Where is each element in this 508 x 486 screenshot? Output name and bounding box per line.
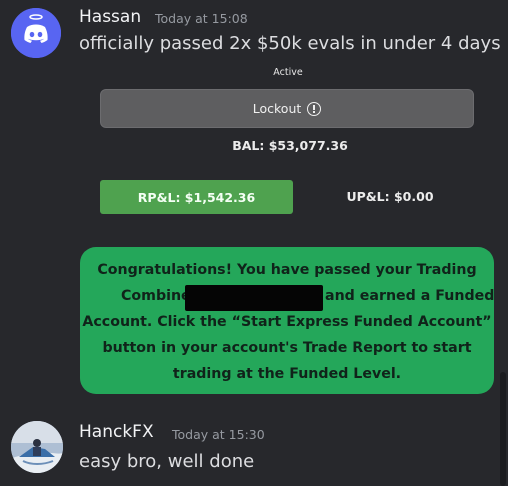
congratulations-banner: Congratulations! You have passed your Tr… bbox=[80, 247, 494, 394]
user-avatar-icon bbox=[11, 421, 63, 473]
congrats-line: Combine bbox=[121, 288, 191, 304]
message-timestamp: Today at 15:30 bbox=[172, 427, 265, 442]
message-text: easy bro, well done bbox=[79, 451, 255, 472]
redaction-bar bbox=[185, 285, 323, 311]
account-status-label: Active bbox=[273, 67, 303, 78]
congrats-line: Account. Click the “Start Express Funded… bbox=[82, 314, 492, 330]
congrats-line: button in your account's Trade Report to… bbox=[102, 340, 472, 356]
unrealized-pnl-value: UP&L: $0.00 bbox=[346, 189, 434, 204]
avatar-hanckfx[interactable] bbox=[11, 421, 63, 473]
balance-value: BAL: $53,077.36 bbox=[232, 138, 348, 153]
message-author[interactable]: HanckFX bbox=[79, 422, 154, 442]
scrollbar[interactable] bbox=[500, 372, 506, 486]
congrats-line: Congratulations! You have passed your Tr… bbox=[97, 262, 477, 278]
message-text: officially passed 2x $50k evals in under… bbox=[79, 33, 501, 54]
message-timestamp: Today at 15:08 bbox=[155, 11, 248, 26]
lockout-button[interactable]: Lockout bbox=[100, 89, 474, 128]
discord-logo-icon bbox=[11, 8, 61, 58]
realized-pnl-button[interactable]: RP&L: $1,542.36 bbox=[100, 180, 293, 214]
info-icon bbox=[307, 101, 322, 116]
avatar-hassan[interactable] bbox=[11, 8, 61, 58]
message-author[interactable]: Hassan bbox=[79, 7, 141, 27]
congrats-line: trading at the Funded Level. bbox=[172, 366, 402, 382]
lockout-label: Lockout bbox=[252, 101, 302, 116]
congrats-line: and earned a Funded bbox=[325, 288, 495, 304]
